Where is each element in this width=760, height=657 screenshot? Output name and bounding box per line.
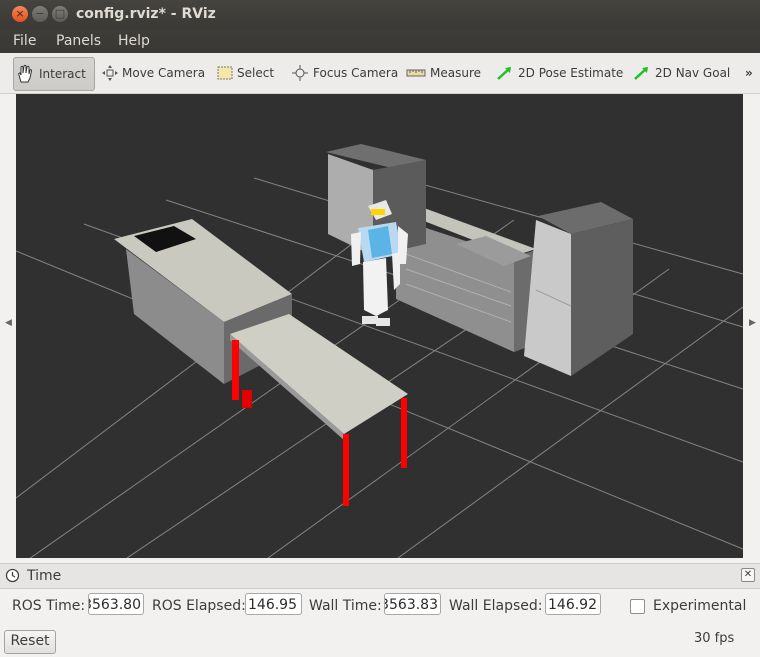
focus-camera-icon [292,65,308,81]
tool-2d-nav-goal-button[interactable]: 2D Nav Goal [632,57,730,89]
table-with-red-legs [230,314,408,506]
minimize-window-button[interactable]: − [32,6,48,22]
green-arrow-icon [634,67,648,80]
menu-file[interactable]: File [13,33,36,49]
tool-2d-pose-estimate-button[interactable]: 2D Pose Estimate [495,57,623,89]
wall-elapsed-field[interactable]: 146.92 [545,593,601,615]
wall-time-field[interactable]: 3563.83 [384,593,441,615]
window-title: config.rviz* - RViz [76,6,216,22]
tool-interact-button[interactable]: Interact [13,57,95,91]
menu-help[interactable]: Help [118,33,150,49]
experimental-label: Experimental [653,598,747,614]
tool-select-button[interactable]: Select [216,57,274,89]
move-camera-icon [102,65,118,81]
ros-time-label: ROS Time: [12,598,86,614]
tool-label: 2D Pose Estimate [518,66,624,80]
title-bar: × − □ config.rviz* - RViz [0,0,760,29]
right-panel-collapse-arrow[interactable]: ▶ [749,318,756,328]
ros-elapsed-label: ROS Elapsed: [152,598,246,614]
tool-measure-button[interactable]: Measure [405,57,481,89]
tool-label: Focus Camera [313,66,399,80]
tool-label: 2D Nav Goal [655,66,731,80]
left-panel-collapse-arrow[interactable]: ◀ [5,318,12,328]
tool-label: Interact [39,67,86,81]
maximize-window-button[interactable]: □ [52,6,68,22]
time-panel-title: Time [27,568,62,584]
ros-elapsed-field[interactable]: 146.95 [245,593,302,615]
menu-panels[interactable]: Panels [56,33,101,49]
experimental-checkbox[interactable] [630,599,645,614]
menu-bar: File Panels Help [0,29,760,53]
fridge-cabinet [524,202,633,376]
reset-button[interactable]: Reset [4,630,56,654]
ros-time-field[interactable]: 3563.80 [88,593,144,615]
scene-render [16,144,743,558]
tool-label: Select [237,66,275,80]
tool-toolbar: Interact Move Camera Select Focus Camera… [0,53,760,94]
tool-move-camera-button[interactable]: Move Camera [101,57,205,89]
toolbar-overflow-button[interactable]: » [745,57,753,89]
wall-time-label: Wall Time: [309,598,382,614]
3d-render-viewport[interactable] [16,94,743,558]
select-box-icon [217,66,233,80]
close-window-button[interactable]: × [12,6,28,22]
hand-icon [18,64,33,83]
tool-focus-camera-button[interactable]: Focus Camera [290,57,398,89]
wall-elapsed-label: Wall Elapsed: [449,598,543,614]
tool-label: Move Camera [122,66,206,80]
close-panel-button[interactable]: ✕ [741,568,755,582]
time-panel-header: Time ✕ [0,563,760,589]
green-arrow-icon [497,67,511,80]
time-values-row: ROS Time: 3563.80 ROS Elapsed: 146.95 Wa… [0,589,760,621]
tool-label: Measure [430,66,481,80]
fps-readout: 30 fps [694,631,735,646]
close-icon: ✕ [743,569,753,580]
clock-icon [5,568,20,583]
ruler-icon [406,69,426,77]
